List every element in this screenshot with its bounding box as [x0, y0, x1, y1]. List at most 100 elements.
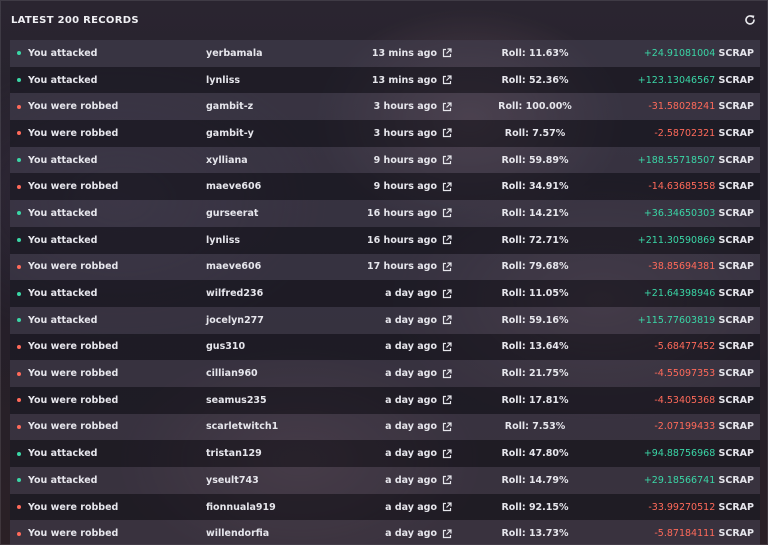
record-row: You were robbed scarletwitch1 a day ago … [10, 413, 760, 441]
external-link-icon[interactable] [442, 368, 452, 379]
roll-label: Roll: [504, 421, 529, 433]
refresh-icon[interactable] [743, 13, 757, 27]
record-username[interactable]: willendorfia [206, 528, 269, 539]
amount-value: +115.77603819 [637, 314, 716, 326]
record-time-link[interactable]: 13 mins ago [340, 48, 452, 59]
record-time-link[interactable]: 16 hours ago [340, 235, 452, 246]
record-username[interactable]: gambit-y [206, 128, 254, 139]
record-username[interactable]: yseult743 [206, 475, 259, 486]
external-link-icon[interactable] [442, 208, 452, 218]
record-username[interactable]: gurseerat [206, 208, 258, 219]
record-username[interactable]: tristan129 [206, 448, 262, 459]
record-username[interactable]: jocelyn277 [206, 315, 264, 326]
roll-value: 13.64% [528, 341, 569, 353]
record-time-link[interactable]: a day ago [340, 288, 452, 299]
status-dot [17, 104, 21, 109]
record-username[interactable]: xylliana [206, 155, 248, 166]
record-time: a day ago [385, 314, 437, 326]
record-username[interactable]: cillian960 [206, 368, 258, 379]
amount-value: +94.88756968 [643, 448, 716, 460]
record-username[interactable]: gus310 [206, 341, 245, 352]
record-time-link[interactable]: 9 hours ago [340, 181, 452, 192]
external-link-icon[interactable] [442, 48, 452, 58]
external-link-icon[interactable] [442, 395, 452, 405]
record-amount: -14.63685358 SCRAP [648, 181, 754, 192]
roll-value: 79.68% [528, 261, 569, 273]
external-link-icon[interactable] [442, 315, 452, 325]
roll-value: 11.05% [528, 288, 569, 300]
record-time: a day ago [385, 368, 437, 380]
external-link-icon[interactable] [442, 75, 452, 85]
record-username[interactable]: scarletwitch1 [206, 421, 278, 432]
external-link-icon[interactable] [442, 182, 452, 192]
roll-value: 34.91% [528, 181, 569, 193]
status-dot [17, 238, 21, 243]
record-username[interactable]: yerbamala [206, 48, 263, 59]
record-roll: Roll: 17.81% [480, 395, 590, 406]
record-time-link[interactable]: 9 hours ago [340, 155, 452, 166]
record-time-link[interactable]: a day ago [340, 475, 452, 486]
record-time-link[interactable]: 16 hours ago [340, 208, 452, 219]
record-row: You attacked yerbamala 13 mins ago Roll:… [10, 40, 760, 67]
record-amount: -31.58028241 SCRAP [648, 101, 754, 112]
record-time-link[interactable]: a day ago [340, 528, 452, 539]
record-row: You were robbed cillian960 a day ago Rol… [10, 360, 760, 387]
record-row: You attacked yseult743 a day ago Roll: 1… [10, 467, 760, 494]
currency-label: SCRAP [718, 368, 754, 380]
record-time-link[interactable]: a day ago [340, 448, 452, 459]
record-time-link[interactable]: 3 hours ago [340, 101, 452, 112]
record-row: You attacked lynliss 16 hours ago Roll: … [10, 226, 760, 254]
record-roll: Roll: 14.21% [480, 208, 590, 219]
record-username[interactable]: seamus235 [206, 395, 267, 406]
status-dot [17, 264, 21, 269]
external-link-icon[interactable] [442, 128, 452, 138]
record-type: You attacked [28, 154, 98, 166]
record-username[interactable]: lynliss [206, 235, 240, 246]
record-time-link[interactable]: a day ago [340, 368, 452, 379]
record-time-link[interactable]: a day ago [340, 315, 452, 326]
status-dot [17, 371, 21, 376]
external-link-icon[interactable] [442, 529, 452, 539]
record-type: You were robbed [28, 394, 119, 406]
record-type: You attacked [28, 288, 98, 300]
record-time-link[interactable]: a day ago [340, 395, 452, 406]
record-time-link[interactable]: a day ago [340, 341, 452, 352]
external-link-icon[interactable] [442, 155, 452, 165]
record-username[interactable]: lynliss [206, 75, 240, 86]
external-link-icon[interactable] [442, 342, 452, 352]
record-roll: Roll: 13.73% [480, 528, 590, 539]
record-type: You attacked [28, 207, 98, 219]
record-amount: +188.55718507 SCRAP [638, 155, 754, 166]
record-username[interactable]: wilfred236 [206, 288, 263, 299]
record-time-link[interactable]: 13 mins ago [340, 75, 452, 86]
record-amount: +123.13046567 SCRAP [638, 75, 754, 86]
record-time-link[interactable]: 17 hours ago [340, 261, 452, 272]
record-roll: Roll: 47.80% [480, 448, 590, 459]
record-type: You attacked [28, 314, 98, 326]
record-row: You were robbed seamus235 a day ago Roll… [10, 386, 760, 414]
record-username[interactable]: maeve606 [206, 261, 261, 272]
currency-label: SCRAP [718, 101, 754, 113]
record-time-link[interactable]: a day ago [340, 502, 452, 513]
external-link-icon[interactable] [442, 475, 452, 485]
external-link-icon[interactable] [442, 288, 452, 299]
external-link-icon[interactable] [442, 262, 452, 272]
record-time-link[interactable]: a day ago [340, 421, 452, 432]
record-roll: Roll: 14.79% [480, 475, 590, 486]
currency-label: SCRAP [718, 207, 754, 219]
record-amount: -38.85694381 SCRAP [648, 261, 754, 272]
record-type: You attacked [28, 74, 98, 86]
external-link-icon[interactable] [442, 102, 452, 112]
currency-label: SCRAP [718, 474, 754, 486]
external-link-icon[interactable] [442, 422, 452, 432]
record-username[interactable]: maeve606 [206, 181, 261, 192]
status-dot [17, 398, 21, 403]
record-username[interactable]: gambit-z [206, 101, 253, 112]
external-link-icon[interactable] [442, 449, 452, 459]
record-username[interactable]: fionnuala919 [206, 502, 276, 513]
external-link-icon[interactable] [442, 502, 452, 512]
record-time-link[interactable]: 3 hours ago [340, 128, 452, 139]
external-link-icon[interactable] [442, 235, 452, 245]
roll-value: 92.15% [528, 501, 569, 513]
record-row: You attacked gurseerat 16 hours ago Roll… [10, 200, 760, 227]
